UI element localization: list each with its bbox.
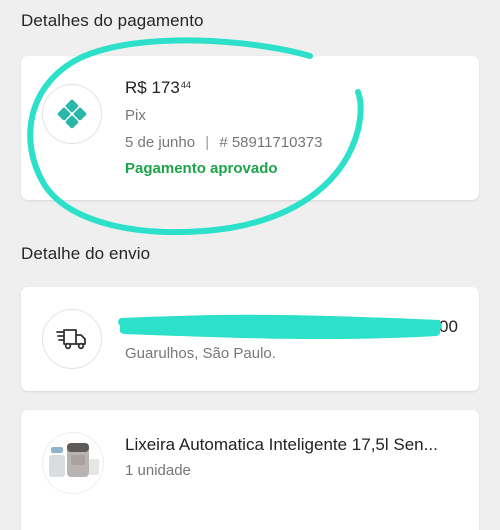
payment-separator: | [205, 134, 210, 151]
payment-status: Pagamento aprovado [125, 160, 278, 177]
payment-date-id: 5 de junho | # 58911710373 [125, 134, 323, 151]
delivery-truck-icon [42, 309, 102, 369]
payment-amount: R$ 17344 [125, 78, 191, 98]
payment-section-title: Detalhes do pagamento [21, 11, 204, 30]
payment-amount-main: R$ 173 [125, 78, 180, 97]
product-name: Lixeira Automatica Inteligente 17,5l Sen… [125, 435, 438, 454]
payment-transaction-id: # 58911710373 [219, 134, 323, 151]
payment-card[interactable]: R$ 17344 Pix 5 de junho | # 58911710373 … [21, 56, 479, 200]
shipping-address-fragment-1: Harris [303, 317, 349, 336]
pix-icon [42, 84, 102, 144]
payment-date: 5 de junho [125, 134, 196, 151]
product-quantity: 1 unidade [125, 462, 191, 479]
shipping-city: Guarulhos, São Paulo. [125, 345, 276, 362]
payment-amount-cents: 44 [180, 80, 191, 90]
product-card[interactable]: Lixeira Automatica Inteligente 17,5l Sen… [21, 410, 479, 530]
payment-method: Pix [125, 107, 146, 124]
shipping-address-fragment-2: 00 [439, 317, 458, 336]
shipping-card[interactable]: Harris 00 Guarulhos, São Paulo. [21, 287, 479, 391]
shipping-section-title: Detalhe do envio [21, 244, 151, 263]
product-thumbnail [42, 432, 104, 494]
